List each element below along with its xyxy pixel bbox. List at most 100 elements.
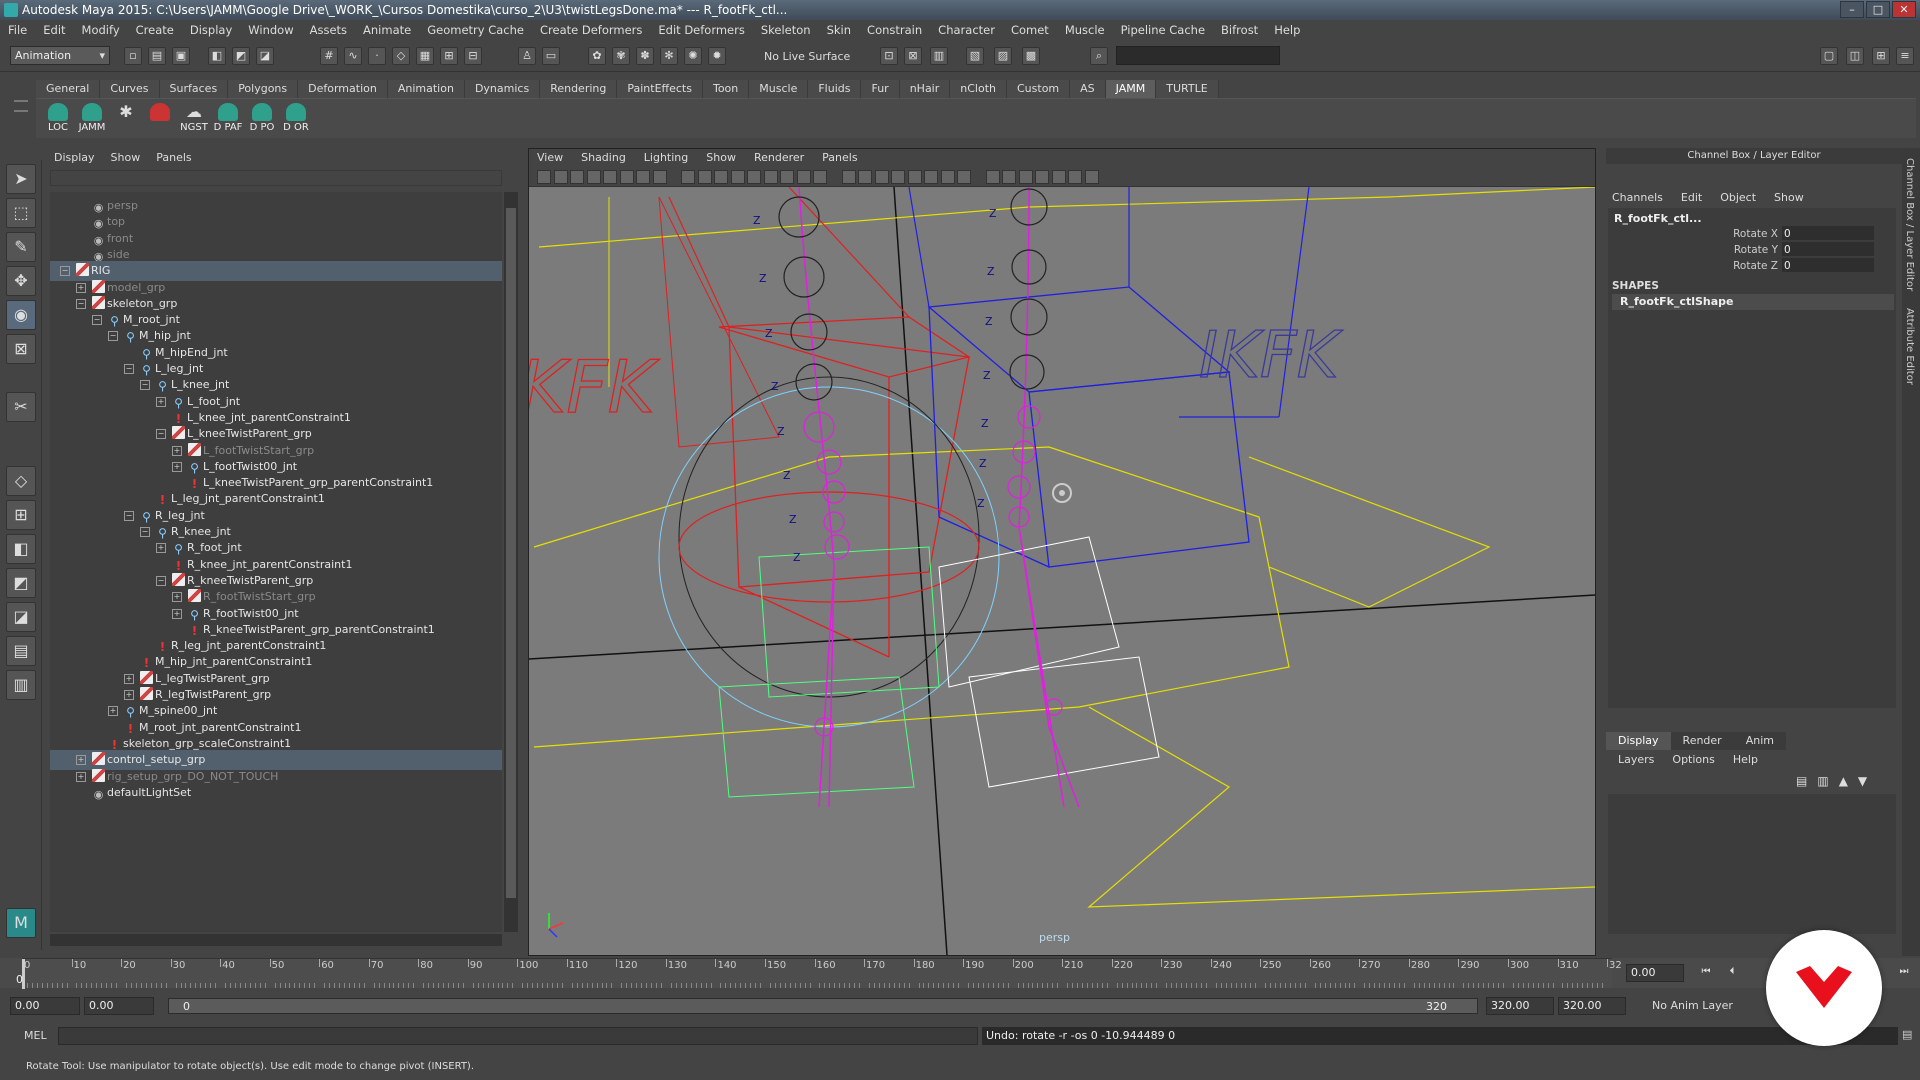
new-scene-icon[interactable]: ▫ [124,47,142,65]
menu-assets[interactable]: Assets [310,23,347,37]
shelf-tab-deformation[interactable]: Deformation [298,80,388,98]
expand-toggle-icon[interactable]: + [156,543,166,554]
outliner-row[interactable]: ◉ defaultLightSet [50,783,502,803]
perspective-viewport[interactable]: View Shading Lighting Show Renderer Panels KF… [528,148,1596,956]
expand-toggle-icon[interactable]: + [76,282,86,293]
shelf-tab-rendering[interactable]: Rendering [540,80,618,98]
quick-select-field[interactable] [1116,46,1280,65]
viewport-tool-icon[interactable] [636,170,650,184]
shelf-dpaf-button[interactable]: D PAF [212,103,244,137]
viewport-tool-icon[interactable] [537,170,551,184]
viewport-canvas[interactable]: KFK IKFK Z Z Z Z Z Z Z Z Z Z Z Z Z Z Z p… [529,187,1595,955]
viewport-tool-icon[interactable] [714,170,728,184]
shelf-loc-button[interactable]: LOC [42,103,74,137]
layout-persp-icon[interactable]: ◇ [6,466,36,496]
menu-create-deformers[interactable]: Create Deformers [540,23,642,37]
expand-toggle-icon[interactable]: − [92,315,102,326]
channel-menu-edit[interactable]: Edit [1681,188,1702,208]
expand-toggle-icon[interactable]: − [60,266,70,277]
step-back-icon[interactable]: ⏴ [1724,966,1740,980]
menu-help[interactable]: Help [1274,23,1300,37]
layer-tab-anim[interactable]: Anim [1733,732,1786,750]
expand-toggle-icon[interactable]: + [172,461,182,472]
expand-toggle-icon[interactable]: − [108,331,118,342]
shelf-tab-ncloth[interactable]: nCloth [950,80,1007,98]
attr-rotate-y[interactable]: Rotate Y0 [1728,242,1888,258]
viewport-tool-icon[interactable] [1018,170,1033,184]
viewport-tool-icon[interactable] [891,170,905,184]
viewport-tool-icon[interactable] [858,170,872,184]
layer-tab-render[interactable]: Render [1670,732,1734,750]
rotate-tool-icon[interactable]: ◉ [6,300,36,330]
viewport-tool-icon[interactable] [619,170,634,184]
range-slider[interactable]: 0 320 [168,998,1478,1014]
viewport-tool-icon[interactable] [924,170,938,184]
viewport-tool-icon[interactable] [1035,170,1049,184]
history-icon[interactable]: ⊟ [464,47,482,65]
viewport-tool-icon[interactable] [780,170,794,184]
viewport-tool-icon[interactable] [570,170,584,184]
close-button[interactable]: ✕ [1892,1,1916,18]
expand-toggle-icon[interactable]: + [124,690,134,700]
expand-toggle-icon[interactable]: − [140,527,150,537]
expand-toggle-icon[interactable]: + [156,396,166,407]
select-hierarchy-icon[interactable]: ◧ [208,47,226,65]
snap-curve-icon[interactable]: ∿ [344,47,362,65]
layout-double-icon[interactable]: ◫ [1846,47,1864,65]
channel-box-side-tab[interactable]: Channel Box / Layer Editor [1904,158,1915,291]
shelf-tab-general[interactable]: General [36,80,101,98]
shelf-tab-as[interactable]: AS [1070,80,1106,98]
last-tool-icon[interactable]: ✂ [6,392,36,422]
layout-graph-icon[interactable]: ▤ [6,636,36,666]
move-tool-icon[interactable]: ✥ [6,266,36,296]
tool-settings-icon[interactable]: ▩ [1022,47,1040,65]
playback-end-field[interactable]: 320.00 [1486,997,1554,1015]
expand-toggle-icon[interactable]: + [172,592,182,603]
viewport-tool-icon[interactable] [1084,170,1099,184]
shelf-tab-turtle[interactable]: TURTLE [1156,80,1219,98]
menu-bifrost[interactable]: Bifrost [1221,23,1258,37]
menu-window[interactable]: Window [248,23,293,37]
snap-point-icon[interactable]: · [368,47,386,65]
layout-single-icon[interactable]: ▢ [1820,47,1838,65]
time-slider[interactable]: 0 10 20 30 40 50 60 70 80 90 100 110 120 130 140 150 160… [0,958,1920,989]
viewport-tool-icon[interactable] [553,170,568,184]
shelf-tab-toon[interactable]: Toon [702,80,750,98]
attr-rotate-x[interactable]: Rotate X0 [1728,226,1888,242]
menu-pipeline-cache[interactable]: Pipeline Cache [1121,23,1205,37]
shelf-joint-button[interactable]: ✱ [110,103,142,137]
ipr-render-icon[interactable]: ✾ [612,47,630,65]
select-object-icon[interactable]: ◩ [232,47,250,65]
lock-icon[interactable]: ♙ [518,47,536,65]
save-scene-icon[interactable]: ▣ [172,47,190,65]
shelf-tab-curves[interactable]: Curves [100,80,160,98]
shelf-tab-painteffects[interactable]: PaintEffects [617,80,703,98]
new-layer-selected-icon[interactable]: ▥ [1817,774,1828,788]
current-time-field[interactable]: 0.00 [1626,964,1684,982]
viewport-tool-icon[interactable] [874,170,889,184]
menu-set-selector[interactable]: Animation [10,46,110,65]
viewport-tool-icon[interactable] [796,170,811,184]
layer-menu-layers[interactable]: Layers [1618,750,1654,770]
layer-menu-options[interactable]: Options [1672,750,1714,770]
outliner-menu-panels[interactable]: Panels [156,150,191,166]
attribute-editor-side-tab[interactable]: Attribute Editor [1904,308,1915,385]
maximize-button[interactable]: □ [1866,1,1890,18]
shelf-tab-fluids[interactable]: Fluids [808,80,862,98]
shelf-paint-button[interactable] [144,103,176,137]
anim-start-field[interactable]: 0.00 [10,997,80,1015]
menu-muscle[interactable]: Muscle [1065,23,1105,37]
go-to-end-icon[interactable]: ⏭ [1896,966,1912,980]
viewport-tool-icon[interactable] [1068,170,1082,184]
snap-surface-icon[interactable]: ▦ [416,47,434,65]
shelf-tab-nhair[interactable]: nHair [899,80,951,98]
shelf-tab-dynamics[interactable]: Dynamics [464,80,541,98]
scale-tool-icon[interactable]: ⊠ [6,334,36,364]
viewport-tool-icon[interactable] [697,170,712,184]
shelf-dpo-button[interactable]: D PO [246,103,278,137]
viewport-menu-panels[interactable]: Panels [822,149,857,167]
menu-create[interactable]: Create [136,23,174,37]
menu-geometry-cache[interactable]: Geometry Cache [427,23,524,37]
move-layer-down-icon[interactable]: ▼ [1858,774,1867,788]
menu-modify[interactable]: Modify [82,23,120,37]
